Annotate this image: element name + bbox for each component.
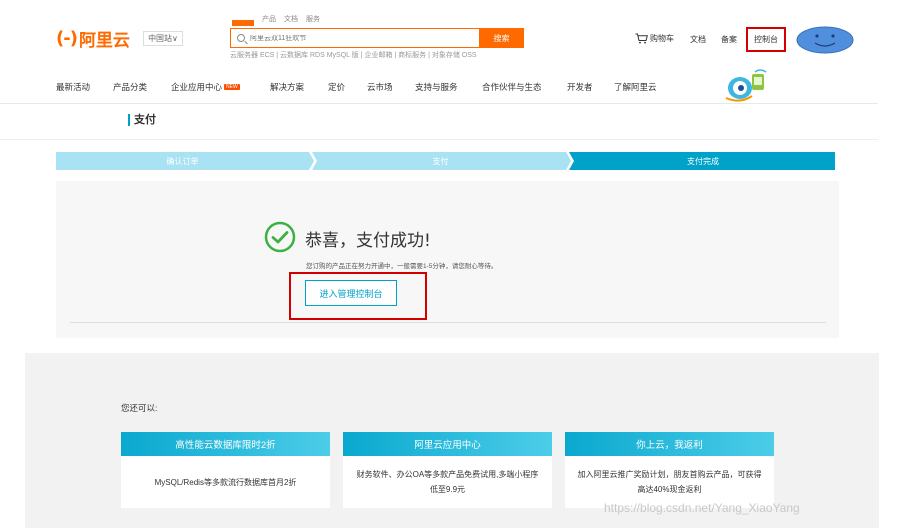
- step-payment: 支付: [432, 156, 449, 166]
- aliyun-logo[interactable]: (-) 阿里云: [56, 26, 130, 51]
- promo-card-rebate[interactable]: 你上云，我返利 加入阿里云推广奖励计划，朋友首购云产品，可获得高达40%现金返利: [565, 432, 774, 508]
- promo-card-app-center[interactable]: 阿里云应用中心 财务软件、办公OA等多款产品免费试用,多端小程序低至9.9元: [343, 432, 552, 508]
- success-title: 恭喜，支付成功!: [305, 231, 431, 251]
- nav-item-activities[interactable]: 最新活动: [56, 81, 90, 93]
- success-description: 您订购的产品正在努力开通中，一般需要1-5分钟，请您耐心等待。: [306, 263, 498, 270]
- nav-divider: [0, 103, 878, 104]
- console-link[interactable]: 控制台: [746, 27, 786, 52]
- recommendations-label: 您还可以:: [121, 403, 158, 413]
- nav-item-support[interactable]: 支持与服务: [415, 81, 458, 93]
- promo-card-body: 财务软件、办公OA等多款产品免费试用,多端小程序低至9.9元: [356, 470, 539, 494]
- search-tab-active-indicator: [232, 20, 254, 26]
- cart-icon: [635, 33, 648, 44]
- top-header: (-) 阿里云 中国站∨ 产品 文档 服务 搜索 云服务器 ECS | 云数据库…: [0, 0, 900, 72]
- panel-divider: [70, 322, 826, 323]
- nav-item-about[interactable]: 了解阿里云: [614, 81, 657, 93]
- cart-link[interactable]: 购物车: [635, 33, 674, 44]
- enter-console-button[interactable]: 进入管理控制台: [305, 280, 397, 306]
- search-tab[interactable]: 服务: [306, 14, 320, 26]
- search-button[interactable]: 搜索: [479, 28, 524, 48]
- logo-mark: (-): [56, 28, 78, 49]
- beian-link[interactable]: 备案: [721, 34, 737, 45]
- success-check-icon: [264, 221, 296, 253]
- nav-item-label: 企业应用中心: [171, 82, 223, 92]
- logo-text: 阿里云: [78, 31, 130, 51]
- step-payment-complete: 支付完成: [687, 156, 719, 166]
- mascot-image: [725, 69, 767, 102]
- search-icon: [237, 34, 245, 42]
- page-title: 支付: [128, 114, 156, 126]
- step-confirm-order: 确认订单: [166, 156, 199, 166]
- promo-card-title: 阿里云应用中心: [343, 432, 552, 456]
- nav-item-partners[interactable]: 合作伙伴与生态: [482, 81, 542, 93]
- hot-search-links[interactable]: 云服务器 ECS | 云数据库 RDS MySQL 版 | 企业邮箱 | 商标服…: [230, 50, 477, 60]
- region-selector[interactable]: 中国站∨: [143, 31, 183, 46]
- search-tab[interactable]: 文档: [284, 14, 298, 26]
- docs-link[interactable]: 文档: [690, 34, 706, 45]
- search-tabs: 产品 文档 服务: [232, 14, 320, 26]
- search-tab[interactable]: 产品: [262, 14, 276, 26]
- new-badge: NEW: [224, 84, 240, 90]
- cart-label: 购物车: [650, 34, 674, 43]
- nav-item-enterprise-apps[interactable]: 企业应用中心 NEW: [171, 81, 240, 93]
- search-box: [230, 28, 480, 48]
- progress-steps: 确认订单 支付 支付完成: [56, 152, 835, 170]
- sub-header-divider: [0, 139, 878, 140]
- search-input[interactable]: [250, 34, 450, 42]
- nav-item-products[interactable]: 产品分类: [113, 81, 147, 93]
- promo-card-body: MySQL/Redis等多款流行数据库首月2折: [154, 477, 297, 487]
- promo-card-title: 你上云，我返利: [565, 432, 774, 456]
- avatar[interactable]: [795, 25, 855, 55]
- watermark-text: https://blog.csdn.net/Yang_XiaoYang: [604, 501, 800, 515]
- nav-item-developers[interactable]: 开发者: [567, 81, 593, 93]
- nav-item-pricing[interactable]: 定价: [328, 81, 345, 93]
- nav-item-solutions[interactable]: 解决方案: [270, 81, 304, 93]
- promo-card-database[interactable]: 高性能云数据库限时2折 MySQL/Redis等多款流行数据库首月2折: [121, 432, 330, 508]
- nav-item-marketplace[interactable]: 云市场: [367, 81, 393, 93]
- promo-card-title: 高性能云数据库限时2折: [121, 432, 330, 456]
